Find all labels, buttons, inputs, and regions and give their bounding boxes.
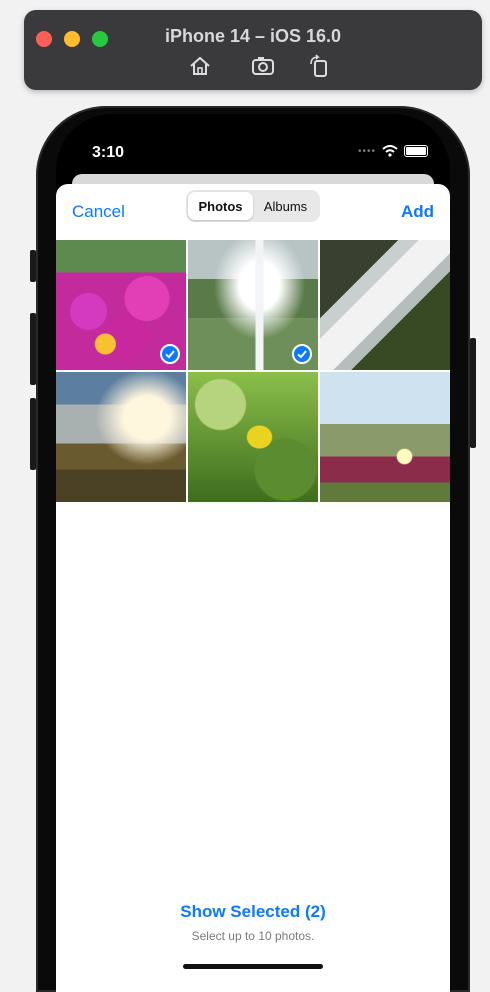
checkmark-icon [160, 344, 180, 364]
show-selected-button[interactable]: Show Selected (2) [56, 902, 450, 922]
simulator-title-bar: iPhone 14 – iOS 16.0 [24, 10, 482, 90]
segment-photos[interactable]: Photos [188, 192, 253, 220]
volume-up-button [30, 313, 36, 385]
cancel-button[interactable]: Cancel [72, 202, 125, 222]
status-indicators: •••• [358, 145, 428, 157]
add-button[interactable]: Add [401, 202, 434, 222]
segment-albums[interactable]: Albums [253, 192, 318, 220]
screenshot-icon[interactable] [250, 54, 276, 78]
photo-thumbnail[interactable] [188, 240, 318, 370]
home-indicator[interactable] [183, 964, 323, 969]
home-icon[interactable] [187, 54, 213, 78]
power-button [470, 338, 476, 448]
photo-thumbnail[interactable] [56, 372, 186, 502]
status-time: 3:10 [92, 144, 125, 161]
picker-segmented-control[interactable]: Photos Albums [186, 190, 320, 222]
rotate-icon[interactable] [306, 54, 332, 78]
battery-icon [404, 145, 428, 157]
photo-thumbnail[interactable] [320, 372, 450, 502]
signal-dots-icon: •••• [357, 145, 376, 157]
simulator-title: iPhone 14 – iOS 16.0 [164, 26, 342, 46]
photo-thumbnail[interactable] [188, 372, 318, 502]
photo-picker-sheet: Cancel Photos Albums Add Show Selected (… [56, 184, 450, 992]
photo-thumbnail[interactable] [320, 240, 450, 370]
selection-hint: Select up to 10 photos. [191, 929, 315, 943]
phone-screen: 3:10 •••• Cancel Photos Albums Add Show … [56, 114, 450, 992]
wifi-icon [382, 145, 398, 157]
checkmark-icon [292, 344, 312, 364]
photo-grid [56, 240, 450, 502]
volume-down-button [30, 398, 36, 470]
mute-switch [30, 250, 36, 282]
photo-thumbnail[interactable] [56, 240, 186, 370]
